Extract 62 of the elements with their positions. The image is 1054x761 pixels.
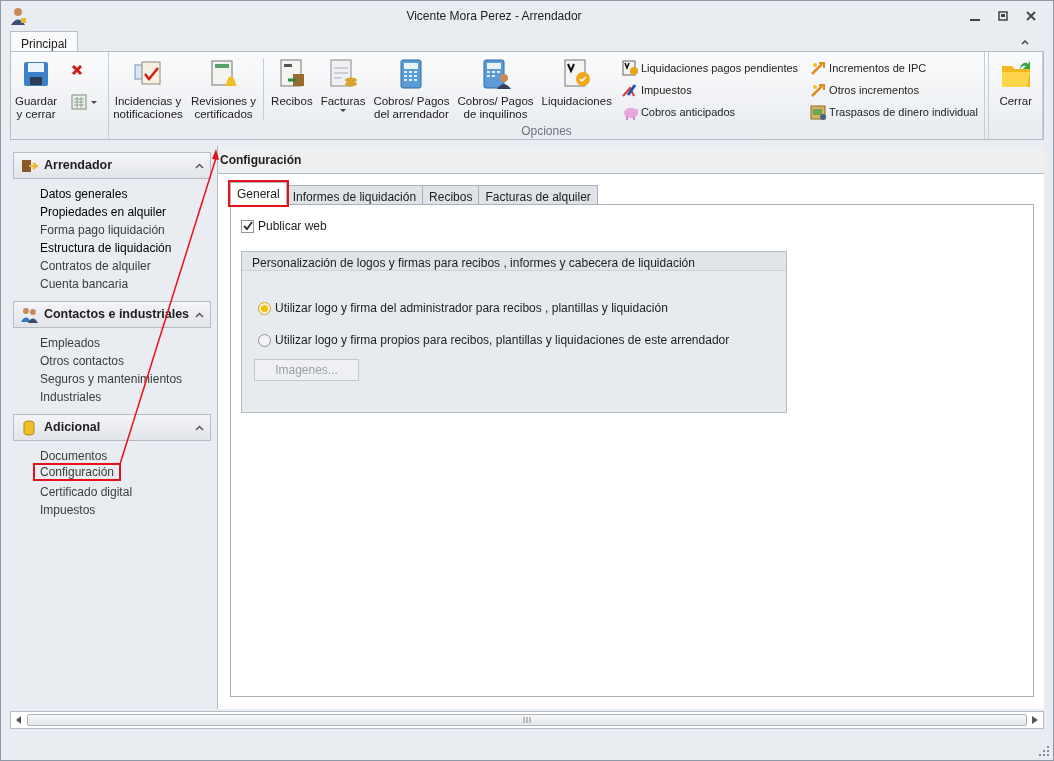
ribbon-button[interactable]: Guardar y cerrar (11, 56, 62, 123)
chart-arrow-icon (810, 60, 827, 76)
ribbon-button[interactable]: Cobros/ Pagos del arrendador (369, 56, 454, 123)
sidebar-link[interactable]: Forma pago liquidación (33, 219, 172, 237)
sidebar-link[interactable]: Cuenta bancaria (33, 273, 136, 291)
radio-button[interactable] (258, 333, 271, 347)
ribbon-button[interactable]: Cerrar (995, 56, 1036, 110)
group-title: Adicional (44, 419, 102, 437)
sidebar-link[interactable]: Industriales (33, 386, 109, 404)
tab[interactable]: Facturas de alquiler (478, 185, 598, 205)
group-label: Opciones (520, 124, 573, 139)
checkbox[interactable] (241, 219, 254, 233)
ribbon-button[interactable]: Revisiones y certificados (186, 56, 261, 123)
sidebar-link[interactable]: Documentos (33, 445, 115, 463)
ribbon-menu-item[interactable]: Cobros anticipados (619, 102, 801, 122)
close-icon (1025, 10, 1037, 22)
group-title: Arrendador (44, 157, 114, 175)
ribbon-menu-item[interactable]: Otros incrementos (808, 80, 980, 100)
chart-arrow-icon (810, 82, 827, 98)
checkbox-label: Publicar web (258, 218, 327, 235)
document-icon (621, 60, 638, 76)
ribbon-menu-item[interactable]: Liquidaciones pagos pendientes (619, 58, 801, 78)
invoice-coins-icon (327, 58, 359, 90)
restore-icon (997, 10, 1009, 22)
people-icon (20, 305, 38, 324)
sidebar-link[interactable]: Estructura de liquidación (33, 237, 179, 255)
grid-icon (71, 94, 88, 110)
radio-label: Utilizar logo y firma del administrador para recibos , plantillas y liquidación (275, 300, 668, 317)
tab[interactable]: Recibos (422, 185, 480, 205)
resize-grip-icon (1039, 746, 1049, 756)
sidebar-link[interactable]: Contratos de alquiler (33, 255, 158, 273)
ribbon-menu-item[interactable]: Impuestos (619, 80, 801, 100)
panel-title: Configuración (218, 146, 1044, 174)
sidebar-link[interactable]: Certificado digital (33, 481, 140, 499)
group-box-title: Personalización de logos y firmas para recibos , informes y cabecera de liquidación (242, 252, 786, 271)
sidebar-link[interactable]: Empleados (33, 332, 108, 350)
radio-label: Utilizar logo y firma propios para recibos, plantillas y liquidaciones de este arrendador (275, 332, 730, 349)
scrollbar-thumb[interactable] (27, 714, 1027, 726)
minimize-icon (970, 19, 980, 21)
sidebar-link[interactable]: Propiedades en alquiler (33, 201, 174, 219)
sidebar-link[interactable]: Otros contactos (33, 350, 132, 368)
money-transfer-icon (810, 104, 827, 120)
sidebar-link[interactable]: Datos generales (33, 183, 135, 201)
tab[interactable]: General (230, 182, 287, 205)
cylinder-icon (20, 418, 38, 437)
sidebar-group-header[interactable]: Adicional (13, 414, 211, 441)
sidebar-group-header[interactable]: Arrendador (13, 152, 211, 179)
ribbon-tab[interactable]: Principal (10, 31, 79, 52)
ribbon-button[interactable]: Cobros/ Pagos de inquilinos (453, 56, 538, 123)
caret-icon (90, 99, 99, 105)
ribbon-button[interactable]: Liquidaciones (537, 56, 616, 110)
ribbon-menu-item[interactable]: Incrementos de IPC (808, 58, 980, 78)
window-title: Vicente Mora Perez - Arrendador (405, 8, 583, 25)
ribbon-button[interactable]: Incidencias y notificaciones (109, 56, 187, 123)
ribbon-button[interactable]: Recibos (267, 56, 317, 110)
sidebar-link[interactable]: Configuración (33, 463, 122, 481)
person-icon (9, 7, 27, 25)
ribbon-menu-item[interactable]: Traspasos de dinero individual (808, 102, 980, 122)
sidebar-link[interactable]: Impuestos (33, 499, 103, 517)
invoice-menu-button[interactable]: Facturas (316, 56, 370, 120)
radio-button[interactable] (258, 301, 271, 315)
caret-icon (339, 108, 347, 113)
